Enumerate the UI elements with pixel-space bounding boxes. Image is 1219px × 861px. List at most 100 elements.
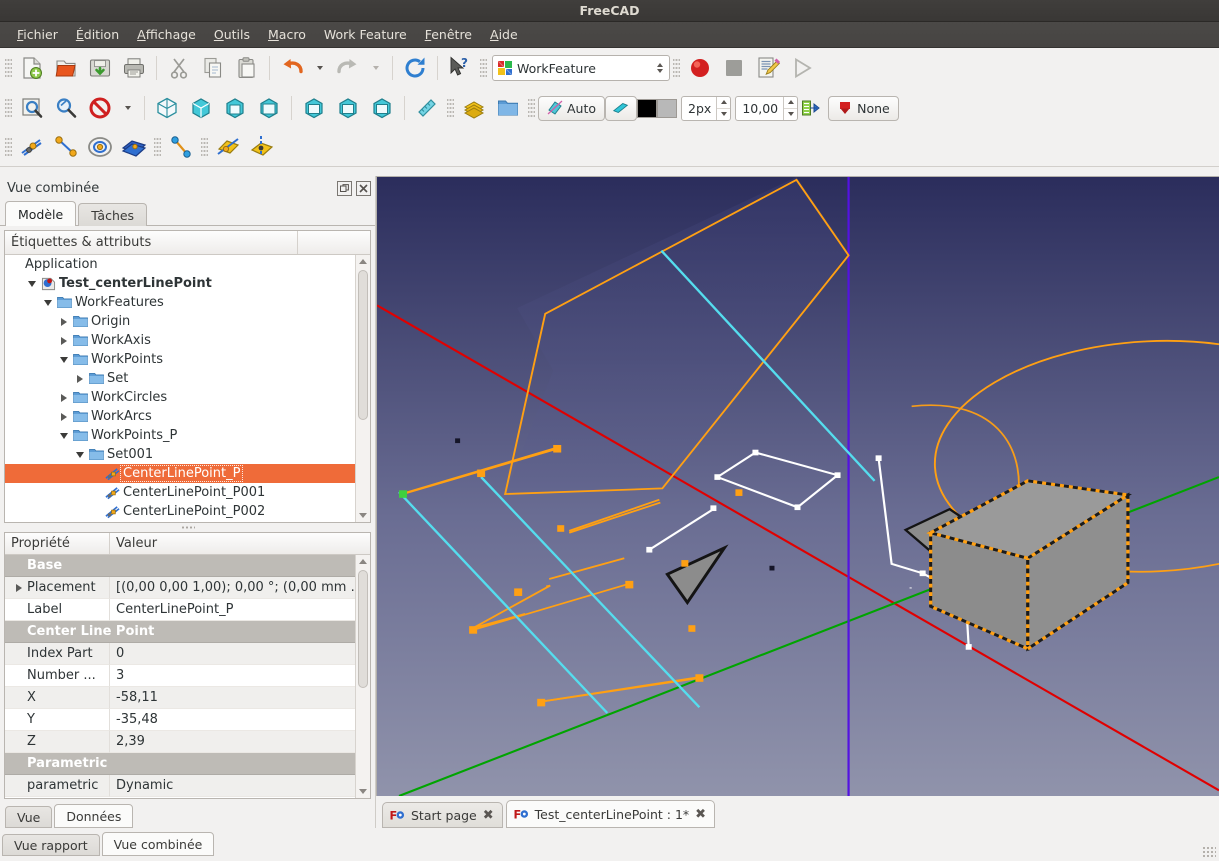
doc-tab-close-icon[interactable]: ✖ xyxy=(695,807,706,822)
left-view-icon[interactable] xyxy=(365,92,399,124)
menu-aide[interactable]: Aide xyxy=(481,24,527,45)
resize-grip[interactable] xyxy=(1202,846,1216,858)
tree-body[interactable]: Application Test_centerLinePoint WorkFea… xyxy=(5,255,370,522)
size-stepper[interactable] xyxy=(783,96,798,120)
new-document-icon[interactable] xyxy=(15,52,49,84)
workbench-spin-icon[interactable] xyxy=(654,63,667,73)
property-row[interactable]: Y -35,48 xyxy=(5,709,370,731)
property-row[interactable]: Number ... 3 xyxy=(5,665,370,687)
tree-item-workcircles[interactable]: WorkCircles xyxy=(5,388,370,407)
paste-icon[interactable] xyxy=(230,52,264,84)
property-row[interactable]: Z 2,39 xyxy=(5,731,370,753)
toolbar-grip[interactable] xyxy=(5,136,12,158)
property-row[interactable]: X -58,11 xyxy=(5,687,370,709)
draw-style-icon[interactable] xyxy=(83,92,117,124)
isometric-view-icon[interactable] xyxy=(150,92,184,124)
panel-splitter[interactable] xyxy=(0,523,375,532)
property-editor[interactable]: Propriété Valeur Base Placement [(0,00 0,0… xyxy=(4,532,371,799)
undo-icon[interactable] xyxy=(275,52,309,84)
collapse-arrow-icon[interactable] xyxy=(57,432,71,439)
expand-arrow-icon[interactable] xyxy=(57,393,71,402)
tree-scroll-down-icon[interactable] xyxy=(356,509,370,522)
panel-tabstrip[interactable]: Modèle Tâches xyxy=(0,200,375,226)
plane-axis-icon[interactable] xyxy=(245,131,279,163)
collapse-arrow-icon[interactable] xyxy=(25,280,39,287)
pick-color-button[interactable] xyxy=(605,95,638,121)
tree-scrollbar[interactable] xyxy=(355,255,370,522)
menu-fenetre[interactable]: Fenêtre xyxy=(416,24,481,45)
property-row[interactable]: Index Part 0 xyxy=(5,643,370,665)
menu-work-feature[interactable]: Work Feature xyxy=(315,24,416,45)
property-value[interactable]: 2,39 xyxy=(110,731,370,753)
folder-icon[interactable] xyxy=(491,92,525,124)
doc-tab-test-centerlinepoint[interactable]: F Test_centerLinePoint : 1* ✖ xyxy=(505,800,716,828)
none-button[interactable]: None xyxy=(828,95,899,121)
toolbar-grip[interactable] xyxy=(447,97,454,119)
rear-view-icon[interactable] xyxy=(297,92,331,124)
property-value[interactable]: 0 xyxy=(110,643,370,665)
property-value[interactable]: -58,11 xyxy=(110,687,370,709)
collapse-arrow-icon[interactable] xyxy=(41,299,55,306)
tab-vue[interactable]: Vue xyxy=(5,806,53,828)
property-scrollbar[interactable] xyxy=(355,555,370,798)
doc-tab-close-icon[interactable]: ✖ xyxy=(483,808,494,823)
tab-taches[interactable]: Tâches xyxy=(78,203,148,226)
tree-item-application[interactable]: Application xyxy=(5,255,370,274)
property-row[interactable]: Placement [(0,00 0,00 1,00); 0,00 °; (0,0… xyxy=(5,577,370,599)
model-tree[interactable]: Étiquettes & attributs Application Test_… xyxy=(4,230,371,523)
property-scroll-down-icon[interactable] xyxy=(356,785,370,798)
draw-style-dropdown-icon[interactable] xyxy=(117,92,139,124)
top-view-icon[interactable] xyxy=(218,92,252,124)
stop-macro-icon[interactable] xyxy=(717,52,751,84)
toolbar-grip[interactable] xyxy=(673,57,680,79)
line-width-stepper[interactable] xyxy=(716,96,731,120)
expand-arrow-icon[interactable] xyxy=(73,374,87,383)
menu-macro[interactable]: Macro xyxy=(259,24,315,45)
axis-point-icon[interactable] xyxy=(164,131,198,163)
plane-icon[interactable] xyxy=(117,131,151,163)
bottom-view-icon[interactable] xyxy=(331,92,365,124)
measure-icon[interactable] xyxy=(410,92,444,124)
collapse-arrow-icon[interactable] xyxy=(73,451,87,458)
tree-item-set001[interactable]: Set001 xyxy=(5,445,370,464)
execute-macro-icon[interactable] xyxy=(785,52,819,84)
tab-donnees[interactable]: Données xyxy=(54,804,134,828)
menu-affichage[interactable]: Affichage xyxy=(128,24,205,45)
toolbar-grip[interactable] xyxy=(480,57,487,79)
toolbar-grip[interactable] xyxy=(528,97,535,119)
toolbar-grip[interactable] xyxy=(5,57,12,79)
property-expand-icon[interactable] xyxy=(11,583,27,592)
open-folder-icon[interactable] xyxy=(49,52,83,84)
redo-icon[interactable] xyxy=(331,52,365,84)
workbench-selector[interactable]: WorkFeature xyxy=(492,55,670,81)
front-view-icon[interactable] xyxy=(184,92,218,124)
fit-all-icon[interactable] xyxy=(15,92,49,124)
collapse-arrow-icon[interactable] xyxy=(57,356,71,363)
expand-arrow-icon[interactable] xyxy=(57,412,71,421)
menu-bar[interactable]: Fichier Édition Affichage Outils Macro W… xyxy=(0,22,1219,48)
close-panel-icon[interactable] xyxy=(356,180,371,196)
expand-arrow-icon[interactable] xyxy=(57,336,71,345)
tree-item-centerlinepoint-p[interactable]: CenterLinePoint_P xyxy=(5,464,370,483)
fill-color-swatch[interactable] xyxy=(657,98,678,118)
apply-style-icon[interactable] xyxy=(798,92,824,124)
property-scroll-thumb[interactable] xyxy=(358,570,368,688)
tree-item-workpoints-p[interactable]: WorkPoints_P xyxy=(5,426,370,445)
cut-icon[interactable] xyxy=(162,52,196,84)
property-tabstrip[interactable]: Vue Données xyxy=(0,801,375,828)
save-icon[interactable] xyxy=(83,52,117,84)
menu-outils[interactable]: Outils xyxy=(205,24,259,45)
property-row[interactable]: Label CenterLinePoint_P xyxy=(5,599,370,621)
float-panel-icon[interactable] xyxy=(337,180,352,196)
plane-cut-icon[interactable] xyxy=(211,131,245,163)
tab-modele[interactable]: Modèle xyxy=(5,201,77,226)
undo-dropdown-icon[interactable] xyxy=(309,52,331,84)
3d-scene[interactable] xyxy=(377,177,1219,796)
auto-button[interactable]: Auto xyxy=(538,95,606,121)
property-value[interactable]: [(0,00 0,00 1,00); 0,00 °; (0,00 mm … xyxy=(110,577,370,599)
property-value[interactable]: Dynamic xyxy=(110,775,370,797)
toolbar-grip[interactable] xyxy=(154,136,161,158)
tree-item-workaxis[interactable]: WorkAxis xyxy=(5,331,370,350)
record-macro-icon[interactable] xyxy=(683,52,717,84)
print-icon[interactable] xyxy=(117,52,151,84)
